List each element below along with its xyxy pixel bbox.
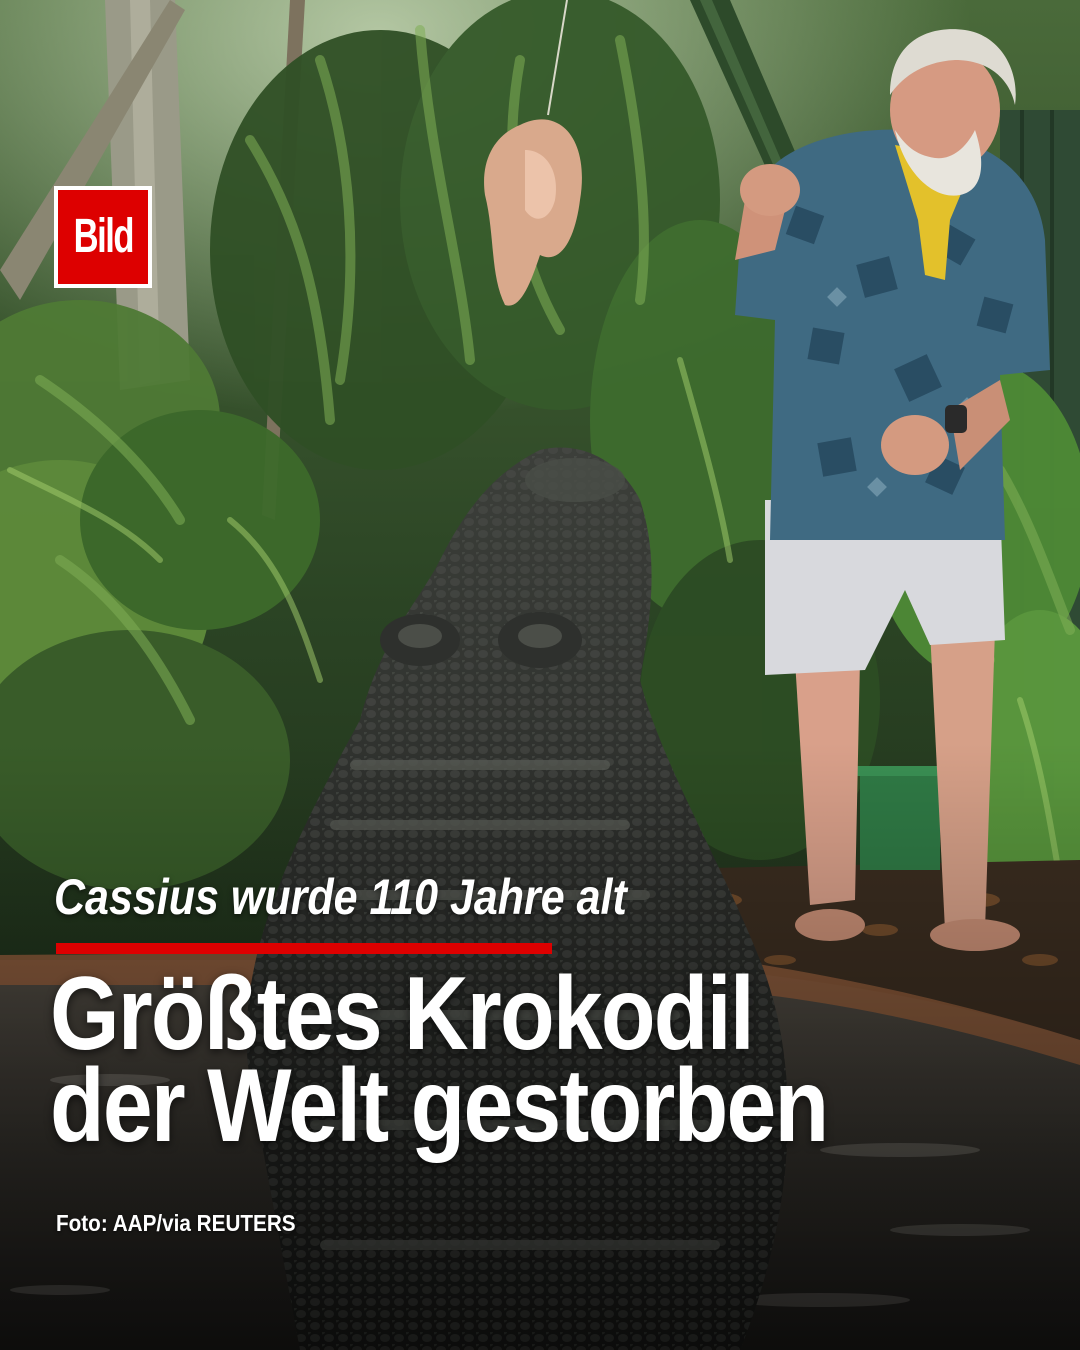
headline-line-1: Größtes Krokodil xyxy=(50,956,755,1072)
photo-credit: Foto: AAP/via REUTERS xyxy=(56,1210,296,1236)
headline: Größtes Krokodil der Welt gestorben xyxy=(50,956,829,1164)
bild-logo-text: Bild xyxy=(73,210,134,263)
bild-logo-box: Bild xyxy=(58,190,148,284)
kicker-text: Cassius wurde 110 Jahre alt xyxy=(54,869,627,925)
bild-logo: Bild xyxy=(54,186,152,288)
headline-divider xyxy=(56,943,552,954)
post-canvas: Bild Cassius wurde 110 Jahre alt Größtes… xyxy=(0,0,1080,1350)
headline-line-2: der Welt gestorben xyxy=(50,1048,829,1164)
